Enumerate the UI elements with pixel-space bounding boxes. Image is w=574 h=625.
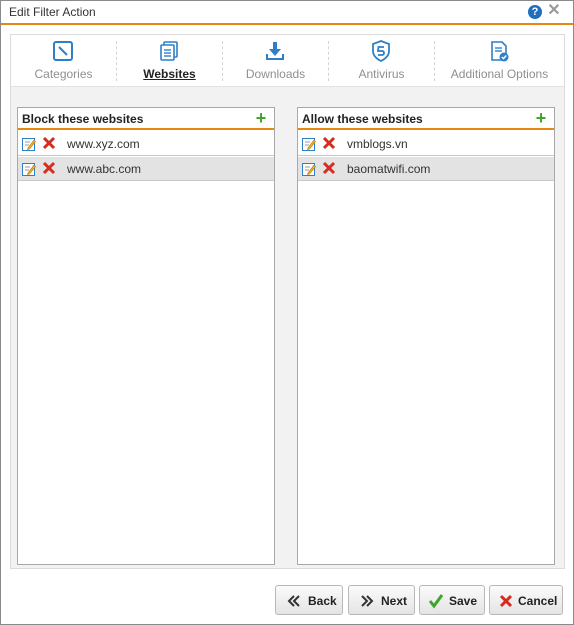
list-item[interactable]: www.xyz.com [18, 132, 274, 156]
edit-icon[interactable] [22, 162, 36, 176]
website-url: www.xyz.com [67, 137, 140, 151]
edit-icon[interactable] [302, 162, 316, 176]
add-allowed-website-icon[interactable]: + [534, 109, 548, 127]
tab-downloads[interactable]: Downloads [223, 35, 328, 87]
edit-filter-action-dialog: Edit Filter Action ? ✕ Categories Websit… [0, 0, 574, 625]
tab-bar: Categories Websites Downloads Antivirus … [11, 35, 564, 87]
back-button[interactable]: Back [275, 585, 343, 615]
dialog-title: Edit Filter Action [9, 5, 96, 19]
tab-categories-label: Categories [34, 67, 93, 81]
list-item[interactable]: vmblogs.vn [298, 132, 554, 156]
downloads-icon [266, 42, 284, 60]
dialog-titlebar: Edit Filter Action ? ✕ [1, 1, 573, 25]
save-button-label: Save [449, 594, 478, 608]
list-item[interactable]: baomatwifi.com [298, 157, 554, 181]
allow-panel-title: Allow these websites [302, 112, 423, 126]
save-button[interactable]: Save [419, 585, 485, 615]
checkmark-icon [428, 594, 444, 609]
block-panel-title: Block these websites [22, 112, 144, 126]
tab-antivirus-label: Antivirus [358, 67, 405, 81]
tab-additional-options-label: Additional Options [450, 67, 549, 81]
tab-antivirus[interactable]: Antivirus [329, 35, 434, 87]
additional-options-icon [491, 41, 509, 62]
delete-icon[interactable] [42, 136, 56, 150]
website-url: baomatwifi.com [347, 162, 431, 176]
cancel-button[interactable]: Cancel [489, 585, 563, 615]
cancel-x-icon [499, 594, 513, 608]
allow-websites-panel: Allow these websites + vmblogs.vn baomat… [297, 107, 555, 565]
website-url: www.abc.com [67, 162, 142, 176]
antivirus-icon [372, 40, 390, 62]
dialog-content: Categories Websites Downloads Antivirus … [10, 34, 565, 569]
next-button-label: Next [381, 594, 408, 608]
cancel-button-label: Cancel [518, 594, 558, 608]
back-button-label: Back [308, 594, 337, 608]
allow-panel-header: Allow these websites + [298, 108, 554, 130]
tab-websites-label: Websites [143, 67, 196, 81]
help-icon[interactable]: ? [528, 5, 542, 19]
block-panel-header: Block these websites + [18, 108, 274, 130]
edit-icon[interactable] [22, 137, 36, 151]
tab-additional-options[interactable]: Additional Options [435, 35, 564, 87]
delete-icon[interactable] [42, 161, 56, 175]
add-blocked-website-icon[interactable]: + [254, 109, 268, 127]
block-websites-panel: Block these websites + www.xyz.com www.a… [17, 107, 275, 565]
delete-icon[interactable] [322, 136, 336, 150]
delete-icon[interactable] [322, 161, 336, 175]
websites-icon [160, 41, 178, 61]
categories-icon [53, 41, 73, 61]
next-button[interactable]: Next [348, 585, 415, 615]
website-url: vmblogs.vn [347, 137, 408, 151]
double-chevron-right-icon [361, 595, 374, 607]
tab-categories[interactable]: Categories [11, 35, 116, 87]
tab-websites[interactable]: Websites [117, 35, 222, 87]
double-chevron-left-icon [287, 595, 300, 607]
list-item[interactable]: www.abc.com [18, 157, 274, 181]
tab-downloads-label: Downloads [245, 67, 306, 81]
edit-icon[interactable] [302, 137, 316, 151]
close-icon[interactable]: ✕ [546, 3, 562, 19]
